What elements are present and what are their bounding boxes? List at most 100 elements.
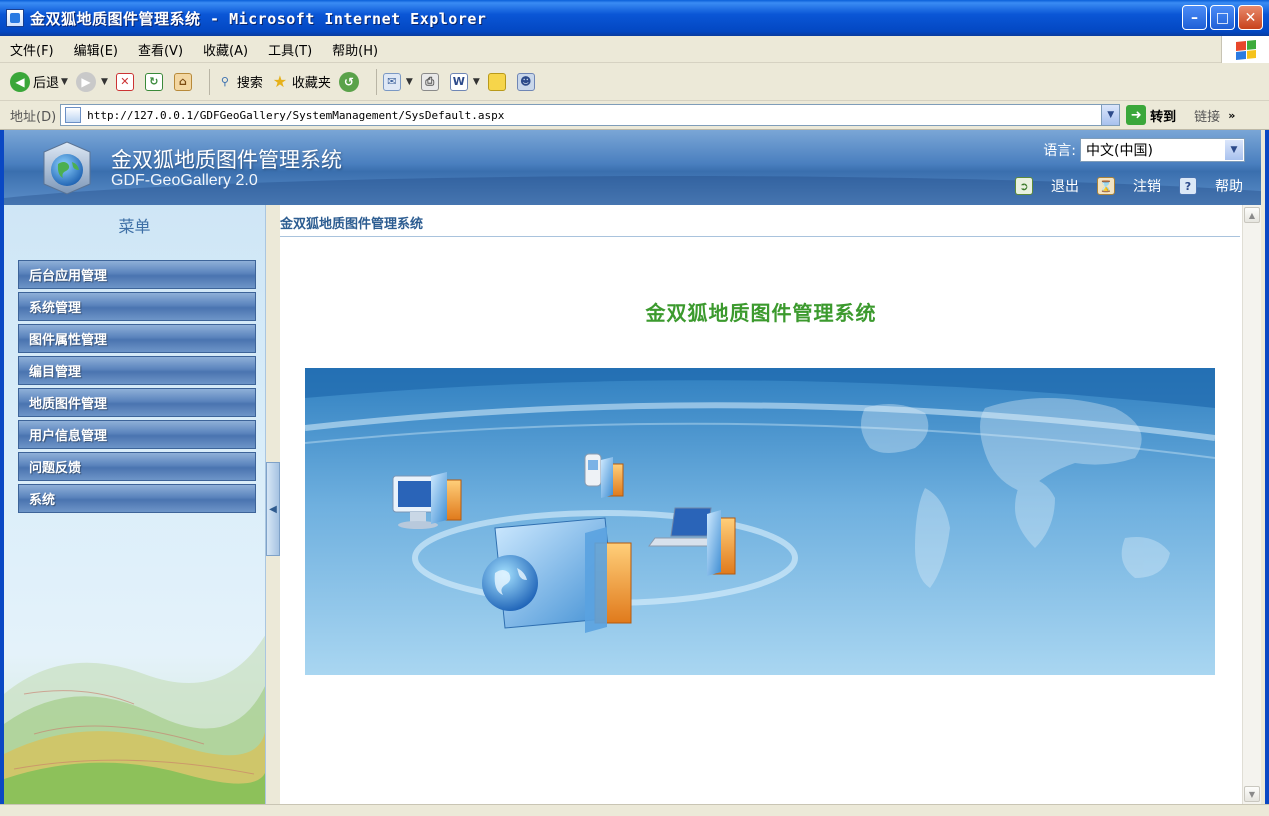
stop-icon: ✕ bbox=[116, 73, 134, 91]
back-dropdown-icon[interactable]: ▼ bbox=[61, 77, 68, 87]
sidebar-title: 菜单 bbox=[4, 213, 265, 237]
windows-logo bbox=[1221, 36, 1269, 63]
refresh-button[interactable]: ↻ bbox=[145, 73, 166, 91]
signout-label: 注销 bbox=[1133, 176, 1161, 196]
maximize-button[interactable]: □ bbox=[1210, 5, 1235, 30]
maximize-icon: □ bbox=[1216, 10, 1229, 26]
sidebar-collapse-handle[interactable]: ◀ bbox=[266, 462, 280, 556]
messenger-button[interactable]: ☻ bbox=[517, 73, 538, 91]
print-button[interactable]: ⎙ bbox=[421, 73, 442, 91]
breadcrumb: 金双狐地质图件管理系统 bbox=[280, 213, 423, 232]
chevron-down-icon: ▼ bbox=[1249, 790, 1255, 799]
main-content: 金双狐地质图件管理系统 金双狐地质图件管理系统 bbox=[280, 205, 1242, 804]
history-icon: ↺ bbox=[339, 72, 359, 92]
sidebar-item-feedback[interactable]: 问题反馈 bbox=[18, 452, 256, 481]
minimize-icon: – bbox=[1191, 10, 1198, 26]
address-dropdown-icon[interactable]: ▼ bbox=[1101, 105, 1119, 125]
help-label: 帮助 bbox=[1215, 176, 1243, 196]
search-icon: ⚲ bbox=[216, 73, 234, 91]
go-arrow-icon: ➜ bbox=[1126, 105, 1146, 125]
favorites-label: 收藏夹 bbox=[292, 72, 331, 91]
messenger-icon: ☻ bbox=[517, 73, 535, 91]
chevron-up-icon: ▲ bbox=[1249, 211, 1255, 220]
window-title-bar[interactable]: 金双狐地质图件管理系统 - Microsoft Internet Explore… bbox=[0, 0, 1269, 36]
browser-toolbar: ◀ 后退 ▼ ▶ ▼ ✕ ↻ ⌂ ⚲ 搜索 ★ 收藏夹 ↺ ✉ ▼ ⎙ W ▼ … bbox=[0, 63, 1269, 101]
menu-help[interactable]: 帮助(H) bbox=[332, 40, 378, 59]
sidebar-item-app-management[interactable]: 后台应用管理 bbox=[18, 260, 256, 289]
note-icon bbox=[488, 73, 506, 91]
word-edit-icon: W bbox=[450, 73, 468, 91]
logout-label: 退出 bbox=[1051, 176, 1079, 196]
menu-file[interactable]: 文件(F) bbox=[10, 40, 54, 59]
minimize-button[interactable]: – bbox=[1182, 5, 1207, 30]
forward-dropdown-icon[interactable]: ▼ bbox=[101, 77, 108, 87]
menu-view[interactable]: 查看(V) bbox=[138, 40, 183, 59]
back-button[interactable]: ◀ 后退 ▼ bbox=[10, 72, 68, 92]
edit-dropdown-icon[interactable]: ▼ bbox=[473, 77, 480, 87]
sidebar-item-catalog-management[interactable]: 编目管理 bbox=[18, 356, 256, 385]
help-button[interactable]: ? 帮助 bbox=[1179, 176, 1243, 196]
sidebar-item-attribute-management[interactable]: 图件属性管理 bbox=[18, 324, 256, 353]
menu-edit[interactable]: 编辑(E) bbox=[74, 40, 118, 59]
breadcrumb-divider bbox=[280, 236, 1240, 237]
address-label: 地址(D) bbox=[10, 106, 56, 125]
menu-favorites[interactable]: 收藏(A) bbox=[203, 40, 248, 59]
chevron-down-icon[interactable]: ▼ bbox=[1225, 140, 1243, 160]
search-button[interactable]: ⚲ 搜索 bbox=[216, 72, 263, 91]
edit-button[interactable]: W ▼ bbox=[450, 73, 480, 91]
home-icon: ⌂ bbox=[174, 73, 192, 91]
signout-button[interactable]: ⌛ 注销 bbox=[1097, 176, 1161, 196]
print-icon: ⎙ bbox=[421, 73, 439, 91]
go-button[interactable]: ➜ 转到 bbox=[1126, 105, 1176, 125]
close-button[interactable]: ✕ bbox=[1238, 5, 1263, 30]
header-actions: ➲ 退出 ⌛ 注销 ? 帮助 bbox=[997, 176, 1243, 196]
chevron-right-icon[interactable]: » bbox=[1228, 109, 1235, 122]
address-bar: 地址(D) http://127.0.0.1/GDFGeoGallery/Sys… bbox=[0, 101, 1269, 130]
logout-button[interactable]: ➲ 退出 bbox=[1015, 176, 1079, 196]
stop-button[interactable]: ✕ bbox=[116, 73, 137, 91]
app-header: 金双狐地质图件管理系统 GDF-GeoGallery 2.0 语言: 中文(中国… bbox=[4, 130, 1261, 205]
language-value: 中文(中国) bbox=[1086, 140, 1153, 160]
sidebar-item-geomap-management[interactable]: 地质图件管理 bbox=[18, 388, 256, 417]
links-button[interactable]: 链接 bbox=[1194, 106, 1220, 125]
discuss-button[interactable] bbox=[488, 73, 509, 91]
history-button[interactable]: ↺ bbox=[339, 72, 362, 92]
favorites-button[interactable]: ★ 收藏夹 bbox=[271, 72, 331, 91]
page-title: 金双狐地质图件管理系统 bbox=[280, 297, 1242, 326]
forward-button[interactable]: ▶ ▼ bbox=[76, 72, 108, 92]
language-select[interactable]: 中文(中国) ▼ bbox=[1080, 138, 1245, 162]
mail-icon: ✉ bbox=[383, 73, 401, 91]
status-bar bbox=[0, 804, 1269, 816]
scroll-up-button[interactable]: ▲ bbox=[1244, 207, 1260, 223]
app-subtitle: GDF-GeoGallery 2.0 bbox=[111, 172, 258, 190]
chevron-left-icon: ◀ bbox=[269, 504, 277, 515]
menu-tools[interactable]: 工具(T) bbox=[268, 40, 312, 59]
sidebar-item-user-management[interactable]: 用户信息管理 bbox=[18, 420, 256, 449]
vertical-scrollbar[interactable]: ▲ ▼ bbox=[1242, 205, 1261, 804]
address-input[interactable]: http://127.0.0.1/GDFGeoGallery/SystemMan… bbox=[60, 104, 1120, 126]
close-icon: ✕ bbox=[1245, 10, 1257, 26]
language-label: 语言: bbox=[1043, 140, 1076, 160]
sidebar-item-system[interactable]: 系统 bbox=[18, 484, 256, 513]
scroll-down-button[interactable]: ▼ bbox=[1244, 786, 1260, 802]
star-icon: ★ bbox=[271, 73, 289, 91]
toolbar-separator bbox=[376, 69, 377, 95]
address-url[interactable]: http://127.0.0.1/GDFGeoGallery/SystemMan… bbox=[87, 109, 504, 122]
language-selector: 语言: 中文(中国) ▼ bbox=[1043, 138, 1245, 162]
sidebar-item-system-management[interactable]: 系统管理 bbox=[18, 292, 256, 321]
nav-list: 后台应用管理 系统管理 图件属性管理 编目管理 地质图件管理 用户信息管理 问题… bbox=[18, 260, 256, 516]
exit-door-icon: ➲ bbox=[1015, 177, 1033, 195]
mail-dropdown-icon[interactable]: ▼ bbox=[406, 77, 413, 87]
mail-button[interactable]: ✉ ▼ bbox=[383, 73, 413, 91]
window-frame-right bbox=[1265, 130, 1269, 804]
search-label: 搜索 bbox=[237, 72, 263, 91]
forward-arrow-icon: ▶ bbox=[76, 72, 96, 92]
home-button[interactable]: ⌂ bbox=[174, 73, 195, 91]
refresh-icon: ↻ bbox=[145, 73, 163, 91]
help-icon: ? bbox=[1179, 177, 1197, 195]
toolbar-separator bbox=[209, 69, 210, 95]
ie-page-icon bbox=[6, 9, 24, 27]
terrain-illustration bbox=[4, 574, 266, 804]
window-title: 金双狐地质图件管理系统 - Microsoft Internet Explore… bbox=[30, 8, 486, 29]
go-label: 转到 bbox=[1150, 106, 1176, 125]
